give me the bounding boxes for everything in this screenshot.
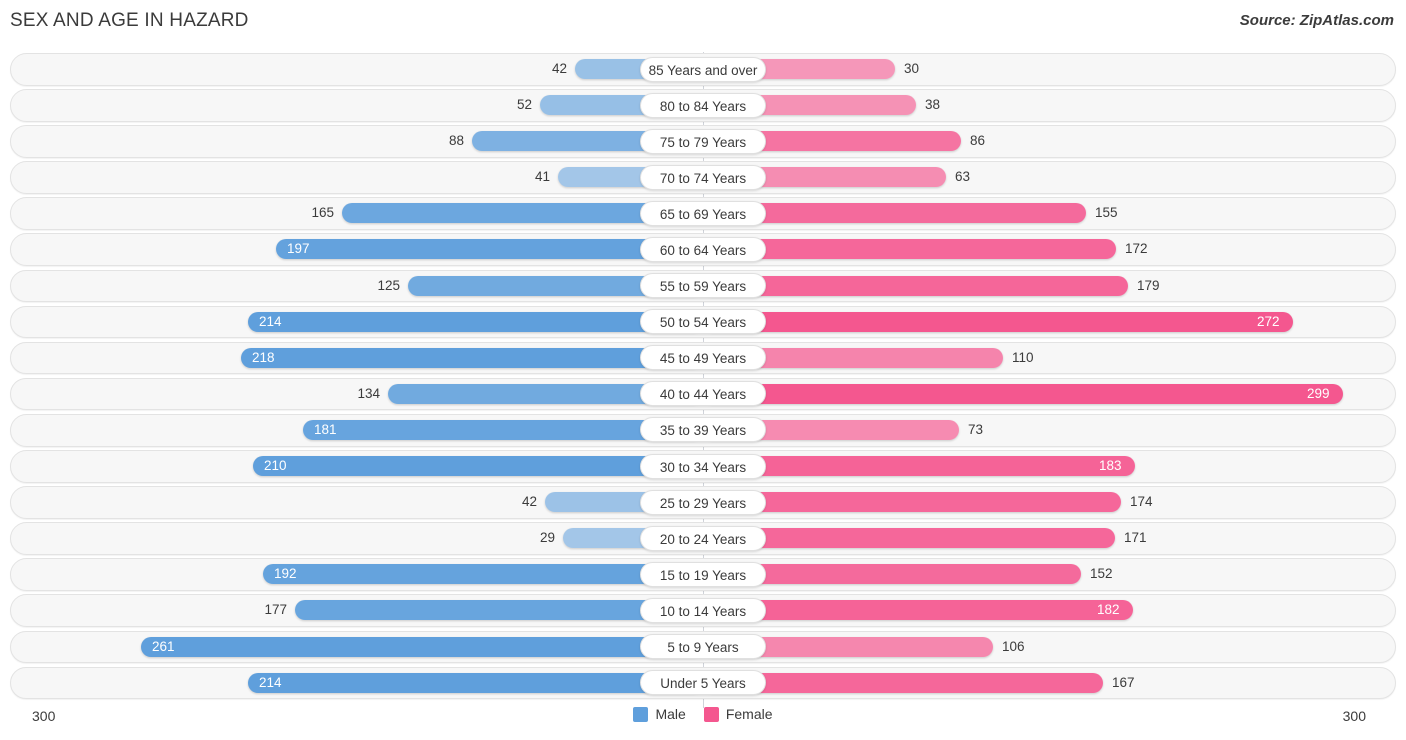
male-value-label: 125 bbox=[377, 277, 400, 293]
male-value-label: 177 bbox=[264, 602, 287, 618]
age-group-label: 85 Years and over bbox=[640, 56, 766, 82]
age-group-label: 80 to 84 Years bbox=[640, 92, 766, 118]
male-value-label: 52 bbox=[516, 97, 532, 113]
legend-label-male: Male bbox=[655, 706, 686, 722]
age-group-row: 52 38 80 to 84 Years bbox=[10, 88, 1396, 123]
chart-legend: Male Female bbox=[0, 706, 1406, 722]
female-bar[interactable] bbox=[703, 275, 1128, 296]
male-value-label: 210 bbox=[264, 458, 287, 474]
female-value-label: 179 bbox=[1137, 277, 1160, 293]
legend-swatch-female-icon bbox=[703, 706, 719, 722]
female-value-label: 38 bbox=[925, 97, 941, 113]
page-title: SEX AND AGE IN HAZARD bbox=[10, 10, 249, 31]
age-group-label: 65 to 69 Years bbox=[640, 200, 766, 226]
age-group-row: 165 155 65 to 69 Years bbox=[10, 196, 1396, 231]
male-value-label: 134 bbox=[357, 385, 380, 401]
age-group-label: Under 5 Years bbox=[640, 670, 766, 696]
female-value-label: 167 bbox=[1112, 674, 1135, 690]
male-value-label: 214 bbox=[259, 313, 282, 329]
female-bar[interactable] bbox=[703, 456, 1135, 477]
male-value-label: 218 bbox=[252, 349, 275, 365]
female-value-label: 73 bbox=[968, 421, 984, 437]
age-group-row: 181 73 35 to 39 Years bbox=[10, 413, 1396, 448]
female-bar[interactable] bbox=[703, 383, 1343, 404]
female-value-label: 272 bbox=[1257, 313, 1280, 329]
male-value-label: 261 bbox=[152, 638, 175, 654]
age-group-label: 25 to 29 Years bbox=[640, 489, 766, 515]
male-value-label: 197 bbox=[287, 241, 310, 257]
age-group-row: 261 106 5 to 9 Years bbox=[10, 630, 1396, 665]
age-group-row: 125 179 55 to 59 Years bbox=[10, 269, 1396, 304]
male-value-label: 88 bbox=[448, 133, 464, 149]
male-bar[interactable] bbox=[263, 564, 703, 585]
source-attribution: Source: ZipAtlas.com bbox=[1239, 12, 1394, 29]
female-value-label: 172 bbox=[1125, 241, 1148, 257]
female-value-label: 106 bbox=[1002, 638, 1025, 654]
age-group-row: 42 174 25 to 29 Years bbox=[10, 485, 1396, 520]
age-group-row: 134 299 40 to 44 Years bbox=[10, 377, 1396, 412]
male-bar[interactable] bbox=[276, 239, 703, 260]
male-value-label: 41 bbox=[534, 169, 550, 185]
age-group-row: 41 63 70 to 74 Years bbox=[10, 160, 1396, 195]
age-group-row: 210 183 30 to 34 Years bbox=[10, 449, 1396, 484]
male-value-label: 214 bbox=[259, 674, 282, 690]
age-group-label: 70 to 74 Years bbox=[640, 164, 766, 190]
female-value-label: 110 bbox=[1012, 349, 1034, 365]
male-value-label: 165 bbox=[311, 205, 334, 221]
age-group-row: 214 272 50 to 54 Years bbox=[10, 305, 1396, 340]
male-bar[interactable] bbox=[141, 636, 703, 657]
age-group-row: 29 171 20 to 24 Years bbox=[10, 521, 1396, 556]
female-value-label: 30 bbox=[904, 61, 920, 76]
age-group-row: 177 182 10 to 14 Years bbox=[10, 593, 1396, 628]
age-group-label: 40 to 44 Years bbox=[640, 381, 766, 407]
female-value-label: 155 bbox=[1095, 205, 1118, 221]
age-group-label: 20 to 24 Years bbox=[640, 525, 766, 551]
age-group-row: 88 86 75 to 79 Years bbox=[10, 124, 1396, 159]
male-bar[interactable] bbox=[248, 672, 703, 693]
male-value-label: 181 bbox=[314, 421, 337, 437]
legend-item-male[interactable]: Male bbox=[633, 706, 686, 722]
male-bar[interactable] bbox=[241, 347, 703, 368]
female-value-label: 183 bbox=[1099, 458, 1122, 474]
age-group-row: 218 110 45 to 49 Years bbox=[10, 341, 1396, 376]
population-pyramid-chart: 42 30 85 Years and over 52 38 80 to 84 Years 8… bbox=[10, 52, 1396, 702]
age-group-label: 60 to 64 Years bbox=[640, 236, 766, 262]
legend-label-female: Female bbox=[725, 706, 773, 722]
age-group-label: 35 to 39 Years bbox=[640, 417, 766, 443]
legend-swatch-male-icon bbox=[633, 706, 649, 722]
legend-item-female[interactable]: Female bbox=[703, 706, 773, 722]
age-group-row: 197 172 60 to 64 Years bbox=[10, 232, 1396, 267]
age-group-label: 30 to 34 Years bbox=[640, 453, 766, 479]
female-value-label: 182 bbox=[1097, 602, 1120, 618]
age-group-label: 10 to 14 Years bbox=[640, 597, 766, 623]
age-group-label: 75 to 79 Years bbox=[640, 128, 766, 154]
age-group-row: 192 152 15 to 19 Years bbox=[10, 557, 1396, 592]
male-value-label: 29 bbox=[539, 530, 555, 546]
male-bar[interactable] bbox=[253, 456, 703, 477]
female-bar[interactable] bbox=[703, 311, 1293, 332]
age-group-label: 5 to 9 Years bbox=[640, 634, 766, 659]
age-group-label: 50 to 54 Years bbox=[640, 309, 766, 335]
age-group-row: 214 167 Under 5 Years bbox=[10, 666, 1396, 701]
age-group-label: 15 to 19 Years bbox=[640, 561, 766, 587]
female-value-label: 86 bbox=[970, 133, 986, 149]
female-value-label: 174 bbox=[1130, 494, 1153, 510]
male-value-label: 42 bbox=[551, 61, 567, 76]
female-value-label: 152 bbox=[1090, 566, 1113, 582]
female-value-label: 63 bbox=[955, 169, 971, 185]
female-value-label: 171 bbox=[1124, 530, 1147, 546]
male-bar[interactable] bbox=[248, 311, 703, 332]
female-bar[interactable] bbox=[703, 600, 1133, 621]
age-group-row: 42 30 85 Years and over bbox=[10, 52, 1396, 87]
age-group-label: 45 to 49 Years bbox=[640, 345, 766, 371]
age-group-label: 55 to 59 Years bbox=[640, 273, 766, 299]
female-value-label: 299 bbox=[1307, 385, 1330, 401]
male-value-label: 42 bbox=[521, 494, 537, 510]
male-value-label: 192 bbox=[274, 566, 297, 582]
